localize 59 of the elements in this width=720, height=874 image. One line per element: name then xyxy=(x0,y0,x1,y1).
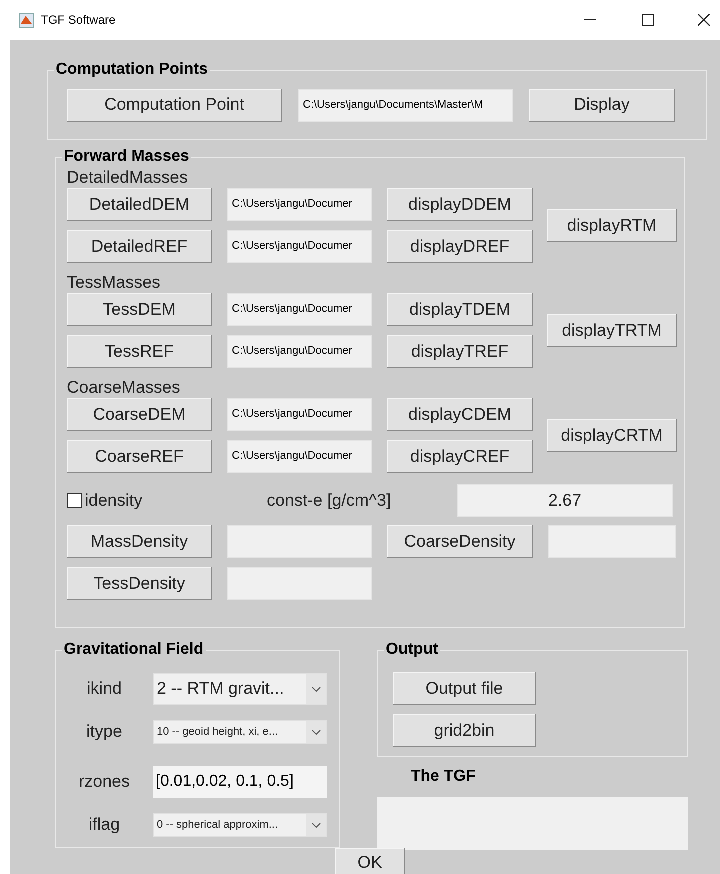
path-field[interactable]: C:\Users\jangu\Documer xyxy=(227,188,372,221)
input-field[interactable]: [0.01,0.02, 0.1, 0.5] xyxy=(153,766,327,798)
dropdown[interactable]: 0 -- spherical approxim... xyxy=(153,813,327,837)
param-label: ikind xyxy=(86,678,123,700)
group-label: DetailedMasses xyxy=(67,168,189,188)
chevron-down-icon xyxy=(312,686,320,692)
display-button[interactable]: Display xyxy=(529,88,675,122)
display-button[interactable]: displayCDEM xyxy=(387,398,533,431)
result-label: The TGF xyxy=(411,767,477,787)
load-button[interactable]: TessDEM xyxy=(67,293,212,326)
path-field[interactable]: C:\Users\jangu\Documer xyxy=(227,440,372,473)
param-label: iflag xyxy=(88,814,122,836)
close-icon[interactable] xyxy=(698,14,710,26)
density-button[interactable]: MassDensity xyxy=(67,525,212,558)
param-label: itype xyxy=(86,721,124,744)
idensity-checkbox[interactable] xyxy=(67,493,82,508)
density-button[interactable]: TessDensity xyxy=(67,567,212,600)
load-button[interactable]: CoarseREF xyxy=(67,440,212,473)
path-field[interactable]: C:\Users\jangu\Documer xyxy=(227,398,372,431)
group-label: CoarseMasses xyxy=(67,378,182,398)
display-rtm-button[interactable]: displayCRTM xyxy=(547,419,677,452)
const-value-field[interactable]: 2.67 xyxy=(457,484,673,517)
dropdown[interactable]: 2 -- RTM gravit... xyxy=(153,673,327,705)
display-button[interactable]: displayCREF xyxy=(387,440,533,473)
panel-title: Output xyxy=(384,640,440,660)
path-field[interactable]: C:\Users\jangu\Documents\Master\M xyxy=(298,88,513,122)
load-button[interactable]: DetailedREF xyxy=(67,230,212,263)
path-field[interactable]: C:\Users\jangu\Documer xyxy=(227,230,372,263)
group-label: TessMasses xyxy=(67,273,162,293)
ok-button[interactable]: OK xyxy=(335,848,405,874)
app-icon xyxy=(19,12,34,28)
density-field[interactable] xyxy=(227,525,372,558)
chevron-down-icon xyxy=(312,730,320,734)
display-rtm-button[interactable]: displayTRTM xyxy=(547,314,677,347)
computation-point-button[interactable]: Computation Point xyxy=(67,88,282,122)
density-field[interactable] xyxy=(227,567,372,600)
path-field[interactable]: C:\Users\jangu\Documer xyxy=(227,335,372,368)
output-button[interactable]: grid2bin xyxy=(393,714,536,747)
output-button[interactable]: Output file xyxy=(393,672,536,705)
display-button[interactable]: displayTREF xyxy=(387,335,533,368)
chevron-down-icon xyxy=(312,822,320,828)
checkbox-label: idensity xyxy=(85,490,143,512)
density-button[interactable]: CoarseDensity xyxy=(387,525,533,558)
const-label: const-e [g/cm^3] xyxy=(267,490,392,512)
load-button[interactable]: CoarseDEM xyxy=(67,398,212,431)
display-button[interactable]: displayDREF xyxy=(387,230,533,263)
panel-title: Computation Points xyxy=(54,60,210,80)
dropdown[interactable]: 10 -- geoid height, xi, e... xyxy=(153,720,327,744)
param-label: rzones xyxy=(78,771,132,794)
load-button[interactable]: TessREF xyxy=(67,335,212,368)
display-rtm-button[interactable]: displayRTM xyxy=(547,209,677,242)
display-button[interactable]: displayTDEM xyxy=(387,293,533,326)
density-field[interactable] xyxy=(548,525,676,558)
maximize-icon[interactable] xyxy=(642,14,654,26)
path-field[interactable]: C:\Users\jangu\Documer xyxy=(227,293,372,326)
display-button[interactable]: displayDDEM xyxy=(387,188,533,221)
load-button[interactable]: DetailedDEM xyxy=(67,188,212,221)
window-title: TGF Software xyxy=(41,12,116,29)
minimize-icon[interactable] xyxy=(584,19,596,21)
